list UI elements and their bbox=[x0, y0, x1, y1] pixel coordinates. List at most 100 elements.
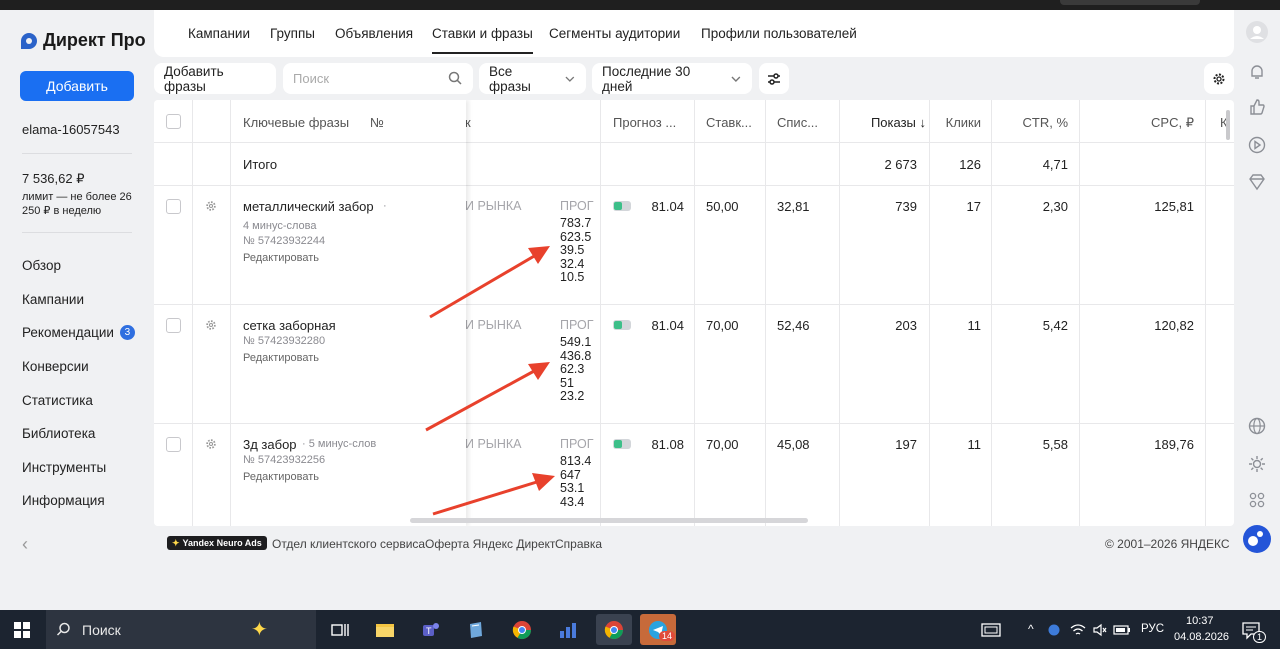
collapse-sidebar-icon[interactable]: ‹ bbox=[22, 534, 28, 555]
horizontal-scrollbar[interactable] bbox=[410, 518, 808, 523]
period-select[interactable]: Последние 30 дней bbox=[592, 63, 752, 94]
column-header-clicks[interactable]: Клики bbox=[934, 115, 981, 130]
spend-cell: 32,81 bbox=[777, 199, 810, 214]
battery-icon[interactable] bbox=[1112, 614, 1132, 645]
assistant-icon[interactable] bbox=[1242, 524, 1272, 554]
sidebar-item-info[interactable]: Информация bbox=[22, 484, 135, 518]
row-checkbox[interactable] bbox=[166, 318, 181, 333]
gear-icon[interactable] bbox=[205, 200, 217, 212]
sidebar-item-campaigns[interactable]: Кампании bbox=[22, 283, 135, 317]
row-checkbox[interactable] bbox=[166, 199, 181, 214]
edit-link[interactable]: Редактировать bbox=[243, 252, 319, 264]
sidebar-item-library[interactable]: Библиотека bbox=[22, 417, 135, 451]
teams-icon[interactable]: T bbox=[413, 614, 449, 645]
brightness-icon[interactable] bbox=[1245, 452, 1269, 476]
telegram-icon[interactable]: 14 bbox=[640, 614, 676, 645]
table-settings-button[interactable] bbox=[1204, 63, 1234, 94]
bid-cell[interactable]: 70,00 bbox=[706, 318, 739, 333]
footer-link-help[interactable]: Справка bbox=[555, 537, 602, 551]
task-view-icon[interactable] bbox=[322, 614, 358, 645]
avatar[interactable] bbox=[1245, 20, 1269, 44]
add-phrases-button[interactable]: Добавить фразы bbox=[154, 63, 276, 94]
tab-groups[interactable]: Группы bbox=[270, 26, 315, 41]
cloud-icon[interactable] bbox=[1044, 614, 1064, 645]
bid-toggle[interactable] bbox=[613, 201, 631, 211]
phrases-filter-select[interactable]: Все фразы bbox=[479, 63, 586, 94]
divider bbox=[22, 153, 132, 154]
logo-text: Директ Про bbox=[43, 30, 146, 50]
chevron-down-icon bbox=[731, 76, 741, 82]
cpc-cell: 120,82 bbox=[1154, 318, 1194, 333]
select-all-checkbox[interactable] bbox=[166, 114, 181, 129]
total-impressions: 2 673 bbox=[884, 157, 917, 172]
chrome-active-icon[interactable] bbox=[596, 614, 632, 645]
direct-logo-icon bbox=[20, 32, 38, 50]
copyright: © 2001–2026 ЯНДЕКС bbox=[1105, 537, 1230, 551]
play-icon[interactable] bbox=[1245, 133, 1269, 157]
minus-words[interactable]: · 5 минус-слов bbox=[302, 438, 376, 450]
keyword-text[interactable]: 3д забор bbox=[243, 437, 297, 452]
tab-bids-phrases[interactable]: Ставки и фразы bbox=[432, 26, 533, 54]
tab-audience-segments[interactable]: Сегменты аудитории bbox=[549, 26, 680, 41]
thumbs-up-icon[interactable] bbox=[1245, 95, 1269, 119]
vertical-scrollbar[interactable] bbox=[1226, 110, 1230, 140]
globe-icon[interactable] bbox=[1245, 414, 1269, 438]
neuro-ads-badge[interactable]: ✦ Yandex Neuro Ads bbox=[167, 536, 267, 550]
tab-ads[interactable]: Объявления bbox=[335, 26, 413, 41]
row-checkbox[interactable] bbox=[166, 437, 181, 452]
sidebar-item-conversions[interactable]: Конверсии bbox=[22, 350, 135, 384]
impressions-cell: 739 bbox=[895, 199, 917, 214]
keyword-text[interactable]: металлический забор bbox=[243, 199, 374, 214]
bid-cell[interactable]: 70,00 bbox=[706, 437, 739, 452]
tab-campaigns[interactable]: Кампании bbox=[188, 26, 250, 41]
footer-link-support[interactable]: Отдел клиентского сервиса bbox=[272, 537, 425, 551]
column-header-bid[interactable]: Ставк... bbox=[706, 115, 752, 130]
edit-link[interactable]: Редактировать bbox=[243, 471, 319, 483]
filter-settings-button[interactable] bbox=[759, 63, 789, 94]
keyword-text[interactable]: сетка заборная bbox=[243, 318, 336, 333]
column-header-forecast[interactable]: Прогноз ... bbox=[613, 115, 676, 130]
diamond-icon[interactable] bbox=[1245, 170, 1269, 194]
windows-start-icon[interactable] bbox=[5, 614, 39, 645]
apps-grid-icon[interactable] bbox=[1245, 488, 1269, 512]
language-indicator[interactable]: РУС bbox=[1141, 623, 1164, 635]
tab-user-profiles[interactable]: Профили пользователей bbox=[701, 26, 857, 41]
footer-link-offer[interactable]: Оферта Яндекс Директ bbox=[425, 537, 555, 551]
bell-icon[interactable] bbox=[1245, 60, 1269, 84]
account-name[interactable]: elama-16057543 bbox=[22, 122, 120, 137]
gear-icon[interactable] bbox=[205, 319, 217, 331]
logo[interactable]: Директ Про bbox=[20, 30, 146, 51]
clock-time[interactable]: 10:37 bbox=[1186, 615, 1214, 627]
volume-icon[interactable] bbox=[1090, 614, 1110, 645]
column-header-keywords[interactable]: Ключевые фразы bbox=[243, 115, 349, 130]
sidebar-item-overview[interactable]: Обзор bbox=[22, 249, 135, 283]
search-icon[interactable] bbox=[448, 71, 462, 85]
clock-date[interactable]: 04.08.2026 bbox=[1174, 631, 1229, 643]
wifi-icon[interactable] bbox=[1068, 614, 1088, 645]
search-input[interactable] bbox=[283, 63, 473, 94]
notes-icon[interactable] bbox=[458, 614, 494, 645]
gear-icon[interactable] bbox=[205, 438, 217, 450]
notifications-icon[interactable]: 1 bbox=[1236, 614, 1267, 645]
bid-cell[interactable]: 50,00 bbox=[706, 199, 739, 214]
analytics-icon[interactable] bbox=[550, 614, 586, 645]
file-explorer-icon[interactable] bbox=[367, 614, 403, 645]
chevron-up-icon[interactable]: ^ bbox=[1028, 622, 1034, 636]
column-header-spend[interactable]: Спис... bbox=[777, 115, 818, 130]
sidebar-item-statistics[interactable]: Статистика bbox=[22, 383, 135, 417]
sidebar-item-tools[interactable]: Инструменты bbox=[22, 451, 135, 485]
column-header-impressions[interactable]: Показы ↓ bbox=[854, 115, 926, 130]
edit-link[interactable]: Редактировать bbox=[243, 352, 319, 364]
market-cell: И РЫНКА bbox=[465, 318, 522, 332]
bid-toggle[interactable] bbox=[613, 320, 631, 330]
bid-toggle[interactable] bbox=[613, 439, 631, 449]
tray-app-icon[interactable] bbox=[976, 614, 1006, 645]
taskbar-search[interactable]: Поиск ✦ bbox=[46, 610, 316, 649]
column-header-cpc[interactable]: CPC, ₽ bbox=[1114, 115, 1194, 131]
add-button[interactable]: Добавить bbox=[20, 71, 134, 101]
chrome-icon[interactable] bbox=[504, 614, 540, 645]
sidebar-item-recommendations[interactable]: Рекомендации 3 bbox=[22, 316, 135, 350]
minus-words[interactable]: 4 минус-слова bbox=[243, 220, 317, 232]
column-header-ctr[interactable]: CTR, % bbox=[1004, 115, 1069, 130]
column-header-number[interactable]: № bbox=[370, 115, 384, 130]
